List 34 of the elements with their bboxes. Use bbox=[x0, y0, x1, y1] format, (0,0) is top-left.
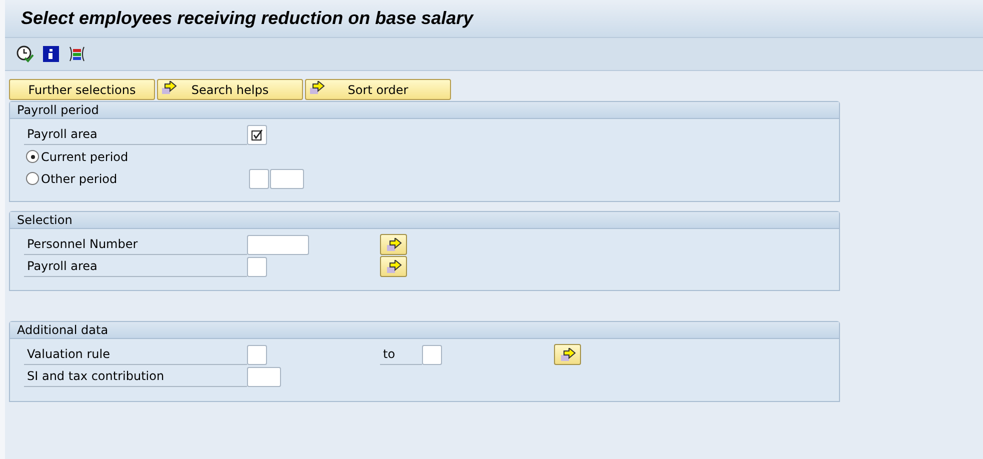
window-title: Select employees receiving reduction on base salary bbox=[21, 8, 474, 29]
input-field[interactable] bbox=[247, 234, 309, 254]
field-label: Payroll area bbox=[24, 256, 247, 277]
group-title: Additional data bbox=[10, 322, 839, 339]
arrow-icon bbox=[161, 81, 177, 95]
arrow-icon bbox=[309, 81, 325, 95]
period-field[interactable] bbox=[249, 168, 269, 188]
multiple-selection-button[interactable] bbox=[380, 234, 407, 255]
group-title: Payroll period bbox=[10, 102, 839, 119]
input-field[interactable] bbox=[247, 344, 267, 364]
radio-button[interactable]: Other period bbox=[24, 172, 249, 186]
layout-icon[interactable] bbox=[68, 45, 86, 63]
field-label: Valuation rule bbox=[24, 344, 247, 365]
info-icon[interactable] bbox=[42, 45, 60, 63]
group-title: Selection bbox=[10, 212, 839, 229]
arrow-icon bbox=[560, 348, 576, 362]
arrow-icon bbox=[386, 260, 402, 274]
multiple-selection-button[interactable] bbox=[554, 344, 581, 365]
execute-icon[interactable] bbox=[16, 45, 34, 63]
toolbar-button[interactable]: Search helps bbox=[157, 79, 303, 100]
toolbar-button[interactable]: Further selections bbox=[9, 79, 155, 100]
input-field[interactable] bbox=[247, 366, 281, 386]
input-field[interactable] bbox=[247, 256, 267, 276]
input-field[interactable] bbox=[422, 344, 442, 364]
radio-button[interactable]: Current period bbox=[24, 150, 249, 164]
arrow-icon bbox=[386, 238, 402, 252]
field-label: Payroll area bbox=[24, 124, 247, 145]
toolbar-button[interactable]: Sort order bbox=[305, 79, 451, 100]
checkmark-icon bbox=[251, 128, 263, 140]
year-field[interactable] bbox=[270, 168, 304, 188]
multiple-selection-button[interactable] bbox=[380, 256, 407, 277]
checkbox[interactable] bbox=[247, 124, 267, 144]
field-label: SI and tax contribution bbox=[24, 366, 247, 387]
field-label: Personnel Number bbox=[24, 234, 247, 255]
